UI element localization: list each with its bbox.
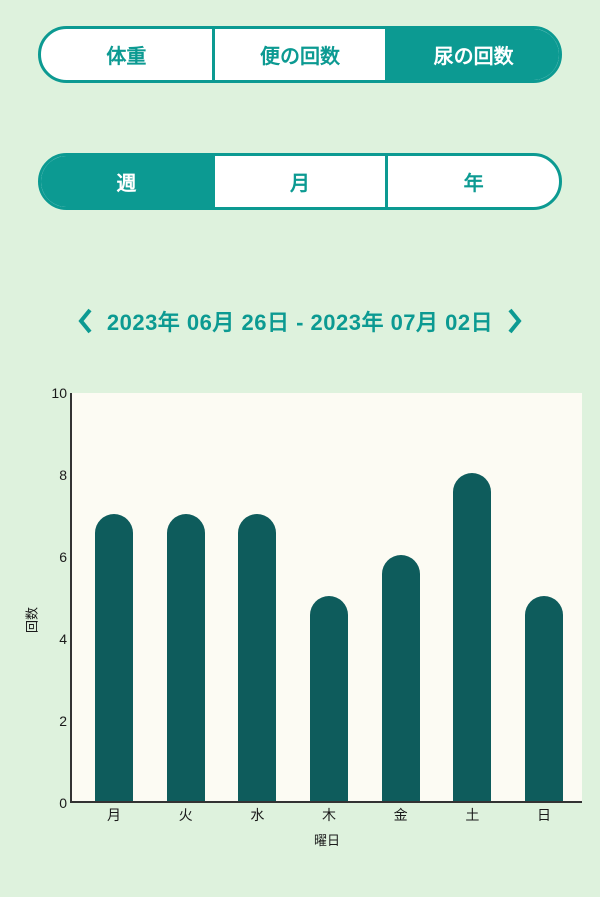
x-tick: 土: [465, 805, 479, 825]
x-tick: 水: [250, 805, 264, 825]
y-tick: 0: [37, 795, 67, 811]
bar-chart: 回数 曜日 0246810月火水木金土日: [20, 385, 588, 855]
y-tick: 8: [37, 467, 67, 483]
period-tab-1[interactable]: 月: [212, 156, 386, 207]
chevron-left-icon[interactable]: [77, 307, 95, 335]
plot-area: 曜日 0246810月火水木金土日: [70, 393, 582, 803]
x-tick: 木: [322, 805, 336, 825]
date-range-nav: 2023年 06月 26日 - 2023年 07月 02日: [0, 305, 600, 337]
bar: [167, 514, 205, 801]
metric-tab-1[interactable]: 便の回数: [212, 29, 386, 80]
y-tick: 4: [37, 631, 67, 647]
bar: [382, 555, 420, 801]
y-tick: 6: [37, 549, 67, 565]
period-tab-0[interactable]: 週: [41, 156, 212, 207]
period-tab-2[interactable]: 年: [385, 156, 559, 207]
chevron-right-icon[interactable]: [505, 307, 523, 335]
y-tick: 2: [37, 713, 67, 729]
bar: [525, 596, 563, 801]
metric-segmented-control: 体重便の回数尿の回数: [38, 26, 562, 83]
y-tick: 10: [37, 385, 67, 401]
x-tick: 日: [537, 805, 551, 825]
metric-tab-0[interactable]: 体重: [41, 29, 212, 80]
y-axis-label: 回数: [22, 607, 41, 633]
bar: [453, 473, 491, 801]
x-tick: 金: [394, 805, 408, 825]
bar: [310, 596, 348, 801]
x-tick: 火: [179, 805, 193, 825]
bar: [238, 514, 276, 801]
bar: [95, 514, 133, 801]
x-axis-label: 曜日: [314, 830, 340, 849]
x-tick: 月: [107, 805, 121, 825]
date-range-label: 2023年 06月 26日 - 2023年 07月 02日: [107, 305, 493, 337]
period-segmented-control: 週月年: [38, 153, 562, 210]
metric-tab-2[interactable]: 尿の回数: [385, 29, 559, 80]
